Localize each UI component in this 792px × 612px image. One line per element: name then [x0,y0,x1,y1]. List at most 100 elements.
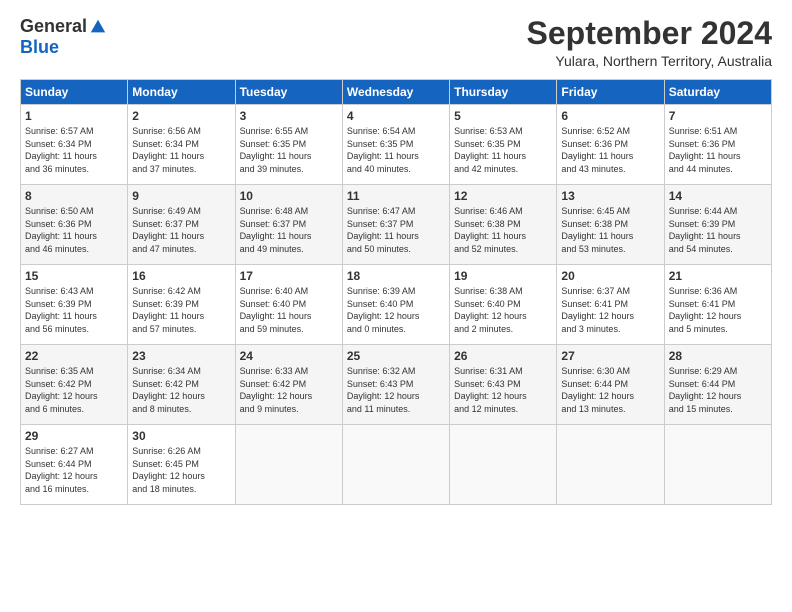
day-info: Sunrise: 6:53 AMSunset: 6:35 PMDaylight:… [454,125,552,175]
day-number: 22 [25,349,123,363]
calendar-week-row: 15 Sunrise: 6:43 AMSunset: 6:39 PMDayligh… [21,265,772,345]
day-info: Sunrise: 6:37 AMSunset: 6:41 PMDaylight:… [561,285,659,335]
calendar-cell: 3Sunrise: 6:55 AMSunset: 6:35 PMDaylight… [235,105,342,185]
calendar-cell: 10 Sunrise: 6:48 AMSunset: 6:37 PMDayligh… [235,185,342,265]
calendar-cell: 8 Sunrise: 6:50 AMSunset: 6:36 PMDaylight… [21,185,128,265]
day-info: Sunrise: 6:56 AMSunset: 6:34 PMDaylight:… [132,125,230,175]
day-info: Sunrise: 6:52 AMSunset: 6:36 PMDaylight:… [561,125,659,175]
day-number: 28 [669,349,767,363]
day-info: Sunrise: 6:31 AMSunset: 6:43 PMDaylight:… [454,365,552,415]
day-number: 14 [669,189,767,203]
calendar-cell: 17 Sunrise: 6:40 AMSunset: 6:40 PMDayligh… [235,265,342,345]
calendar-header-tuesday: Tuesday [235,80,342,105]
day-info: Sunrise: 6:27 AMSunset: 6:44 PMDaylight:… [25,445,123,495]
calendar-cell: 25 Sunrise: 6:32 AMSunset: 6:43 PMDayligh… [342,345,449,425]
day-number: 27 [561,349,659,363]
logo-blue: Blue [20,37,59,58]
calendar-week-row: 8 Sunrise: 6:50 AMSunset: 6:36 PMDaylight… [21,185,772,265]
calendar-week-row: 29Sunrise: 6:27 AMSunset: 6:44 PMDayligh… [21,425,772,505]
month-title: September 2024 [527,16,772,51]
day-number: 12 [454,189,552,203]
day-number: 16 [132,269,230,283]
calendar-cell: 16 Sunrise: 6:42 AMSunset: 6:39 PMDayligh… [128,265,235,345]
day-info: Sunrise: 6:54 AMSunset: 6:35 PMDaylight:… [347,125,445,175]
day-number: 23 [132,349,230,363]
day-number: 4 [347,109,445,123]
calendar-cell: 6Sunrise: 6:52 AMSunset: 6:36 PMDaylight… [557,105,664,185]
day-number: 8 [25,189,123,203]
calendar-cell: 15 Sunrise: 6:43 AMSunset: 6:39 PMDayligh… [21,265,128,345]
day-info: Sunrise: 6:40 AMSunset: 6:40 PMDaylight:… [240,285,338,335]
day-number: 18 [347,269,445,283]
day-number: 13 [561,189,659,203]
calendar-cell: 20 Sunrise: 6:37 AMSunset: 6:41 PMDayligh… [557,265,664,345]
location-title: Yulara, Northern Territory, Australia [527,53,772,69]
calendar-cell: 14 Sunrise: 6:44 AMSunset: 6:39 PMDayligh… [664,185,771,265]
day-number: 10 [240,189,338,203]
day-number: 5 [454,109,552,123]
day-info: Sunrise: 6:38 AMSunset: 6:40 PMDaylight:… [454,285,552,335]
day-info: Sunrise: 6:33 AMSunset: 6:42 PMDaylight:… [240,365,338,415]
calendar-cell: 18 Sunrise: 6:39 AMSunset: 6:40 PMDayligh… [342,265,449,345]
day-info: Sunrise: 6:32 AMSunset: 6:43 PMDaylight:… [347,365,445,415]
calendar-cell [664,425,771,505]
calendar-header-sunday: Sunday [21,80,128,105]
day-info: Sunrise: 6:47 AMSunset: 6:37 PMDaylight:… [347,205,445,255]
calendar-cell: 2 Sunrise: 6:56 AMSunset: 6:34 PMDaylight… [128,105,235,185]
calendar-cell: 21 Sunrise: 6:36 AMSunset: 6:41 PMDayligh… [664,265,771,345]
calendar-week-row: 1 Sunrise: 6:57 AMSunset: 6:34 PMDaylight… [21,105,772,185]
calendar-cell [557,425,664,505]
logo-icon [89,18,107,36]
day-info: Sunrise: 6:39 AMSunset: 6:40 PMDaylight:… [347,285,445,335]
day-info: Sunrise: 6:57 AMSunset: 6:34 PMDaylight:… [25,125,123,175]
day-number: 30 [132,429,230,443]
title-block: September 2024 Yulara, Northern Territor… [527,16,772,69]
logo: General Blue [20,16,107,58]
day-number: 19 [454,269,552,283]
day-number: 24 [240,349,338,363]
calendar-header-row: SundayMondayTuesdayWednesdayThursdayFrid… [21,80,772,105]
calendar-cell: 27Sunrise: 6:30 AMSunset: 6:44 PMDayligh… [557,345,664,425]
logo-general: General [20,16,87,37]
calendar-cell: 11 Sunrise: 6:47 AMSunset: 6:37 PMDayligh… [342,185,449,265]
calendar-header-monday: Monday [128,80,235,105]
calendar-cell [235,425,342,505]
day-info: Sunrise: 6:35 AMSunset: 6:42 PMDaylight:… [25,365,123,415]
day-info: Sunrise: 6:51 AMSunset: 6:36 PMDaylight:… [669,125,767,175]
day-number: 9 [132,189,230,203]
day-number: 3 [240,109,338,123]
day-number: 7 [669,109,767,123]
day-info: Sunrise: 6:36 AMSunset: 6:41 PMDaylight:… [669,285,767,335]
calendar-cell: 9Sunrise: 6:49 AMSunset: 6:37 PMDaylight… [128,185,235,265]
calendar-header-saturday: Saturday [664,80,771,105]
calendar-cell: 13Sunrise: 6:45 AMSunset: 6:38 PMDayligh… [557,185,664,265]
day-number: 17 [240,269,338,283]
calendar-cell: 26Sunrise: 6:31 AMSunset: 6:43 PMDayligh… [450,345,557,425]
day-number: 2 [132,109,230,123]
calendar: SundayMondayTuesdayWednesdayThursdayFrid… [20,79,772,505]
day-number: 21 [669,269,767,283]
calendar-cell: 22 Sunrise: 6:35 AMSunset: 6:42 PMDayligh… [21,345,128,425]
calendar-cell: 28Sunrise: 6:29 AMSunset: 6:44 PMDayligh… [664,345,771,425]
calendar-cell: 24 Sunrise: 6:33 AMSunset: 6:42 PMDayligh… [235,345,342,425]
day-info: Sunrise: 6:42 AMSunset: 6:39 PMDaylight:… [132,285,230,335]
day-number: 15 [25,269,123,283]
day-info: Sunrise: 6:48 AMSunset: 6:37 PMDaylight:… [240,205,338,255]
day-number: 20 [561,269,659,283]
day-info: Sunrise: 6:44 AMSunset: 6:39 PMDaylight:… [669,205,767,255]
calendar-cell: 19 Sunrise: 6:38 AMSunset: 6:40 PMDayligh… [450,265,557,345]
day-info: Sunrise: 6:26 AMSunset: 6:45 PMDaylight:… [132,445,230,495]
calendar-cell: 23Sunrise: 6:34 AMSunset: 6:42 PMDayligh… [128,345,235,425]
calendar-header-thursday: Thursday [450,80,557,105]
calendar-cell [450,425,557,505]
day-info: Sunrise: 6:50 AMSunset: 6:36 PMDaylight:… [25,205,123,255]
calendar-cell [342,425,449,505]
calendar-cell: 12 Sunrise: 6:46 AMSunset: 6:38 PMDayligh… [450,185,557,265]
calendar-cell: 7 Sunrise: 6:51 AMSunset: 6:36 PMDaylight… [664,105,771,185]
day-info: Sunrise: 6:43 AMSunset: 6:39 PMDaylight:… [25,285,123,335]
day-number: 1 [25,109,123,123]
day-number: 25 [347,349,445,363]
day-info: Sunrise: 6:46 AMSunset: 6:38 PMDaylight:… [454,205,552,255]
calendar-week-row: 22 Sunrise: 6:35 AMSunset: 6:42 PMDayligh… [21,345,772,425]
day-number: 11 [347,189,445,203]
